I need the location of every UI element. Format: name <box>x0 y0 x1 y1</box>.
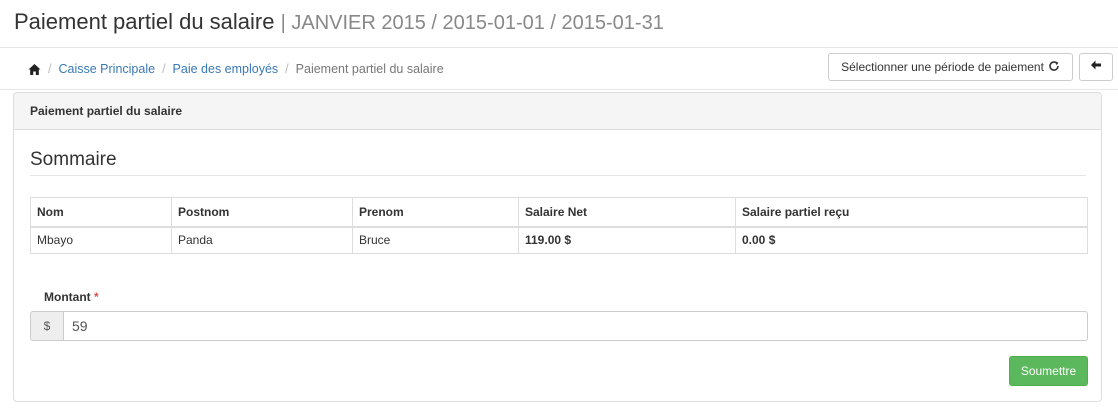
arrow-left-icon <box>1090 58 1102 76</box>
submit-button[interactable]: Soumettre <box>1009 356 1088 386</box>
amount-label: Montant * <box>44 290 99 304</box>
breadcrumb-link-caisse-principale[interactable]: Caisse Principale <box>58 62 155 76</box>
cell-postnom: Panda <box>171 226 353 254</box>
refresh-icon <box>1048 60 1060 75</box>
table-header-row: Nom Postnom Prenom Salaire Net Salaire p… <box>30 197 1088 228</box>
select-period-label: Sélectionner une période de paiement <box>841 60 1044 74</box>
cell-nom: Mbayo <box>30 226 172 254</box>
column-header-salaire-net: Salaire Net <box>518 197 736 228</box>
column-header-salaire-partiel-recu: Salaire partiel reçu <box>735 197 1088 228</box>
column-header-postnom: Postnom <box>171 197 353 228</box>
breadcrumb-separator: / <box>48 62 52 76</box>
amount-input[interactable] <box>63 311 1088 341</box>
amount-label-text: Montant <box>44 290 91 304</box>
breadcrumb-separator: / <box>285 62 289 76</box>
page-title: Paiement partiel du salaire | JANVIER 20… <box>14 9 664 35</box>
cell-salaire-partiel-recu: 0.00 $ <box>735 226 1088 254</box>
page-header: Paiement partiel du salaire | JANVIER 20… <box>0 0 1118 48</box>
panel-heading: Paiement partiel du salaire <box>14 93 1101 130</box>
cell-salaire-net: 119.00 $ <box>518 226 736 254</box>
back-button[interactable] <box>1079 53 1113 81</box>
breadcrumb: / Caisse Principale / Paie des employés … <box>28 62 444 76</box>
breadcrumb-current: Paiement partiel du salaire <box>295 62 444 76</box>
page-title-text: Paiement partiel du salaire <box>14 9 275 34</box>
home-icon[interactable] <box>28 63 41 76</box>
summary-table: Nom Postnom Prenom Salaire Net Salaire p… <box>30 197 1088 254</box>
breadcrumb-link-paie-des-employes[interactable]: Paie des employés <box>173 62 279 76</box>
page-subtitle: | JANVIER 2015 / 2015-01-01 / 2015-01-31 <box>280 12 664 34</box>
partial-payment-panel: Paiement partiel du salaire Sommaire Nom… <box>13 92 1102 402</box>
amount-input-group: $ <box>30 311 1088 341</box>
currency-addon: $ <box>30 311 63 341</box>
section-title: Sommaire <box>30 149 117 170</box>
table-row: Mbayo Panda Bruce 119.00 $ 0.00 $ <box>30 226 1088 254</box>
required-marker: * <box>94 290 99 304</box>
column-header-nom: Nom <box>30 197 172 228</box>
breadcrumb-separator: / <box>162 62 166 76</box>
cell-prenom: Bruce <box>352 226 519 254</box>
column-header-prenom: Prenom <box>352 197 519 228</box>
select-period-button[interactable]: Sélectionner une période de paiement <box>828 53 1073 81</box>
section-divider <box>30 175 1086 176</box>
